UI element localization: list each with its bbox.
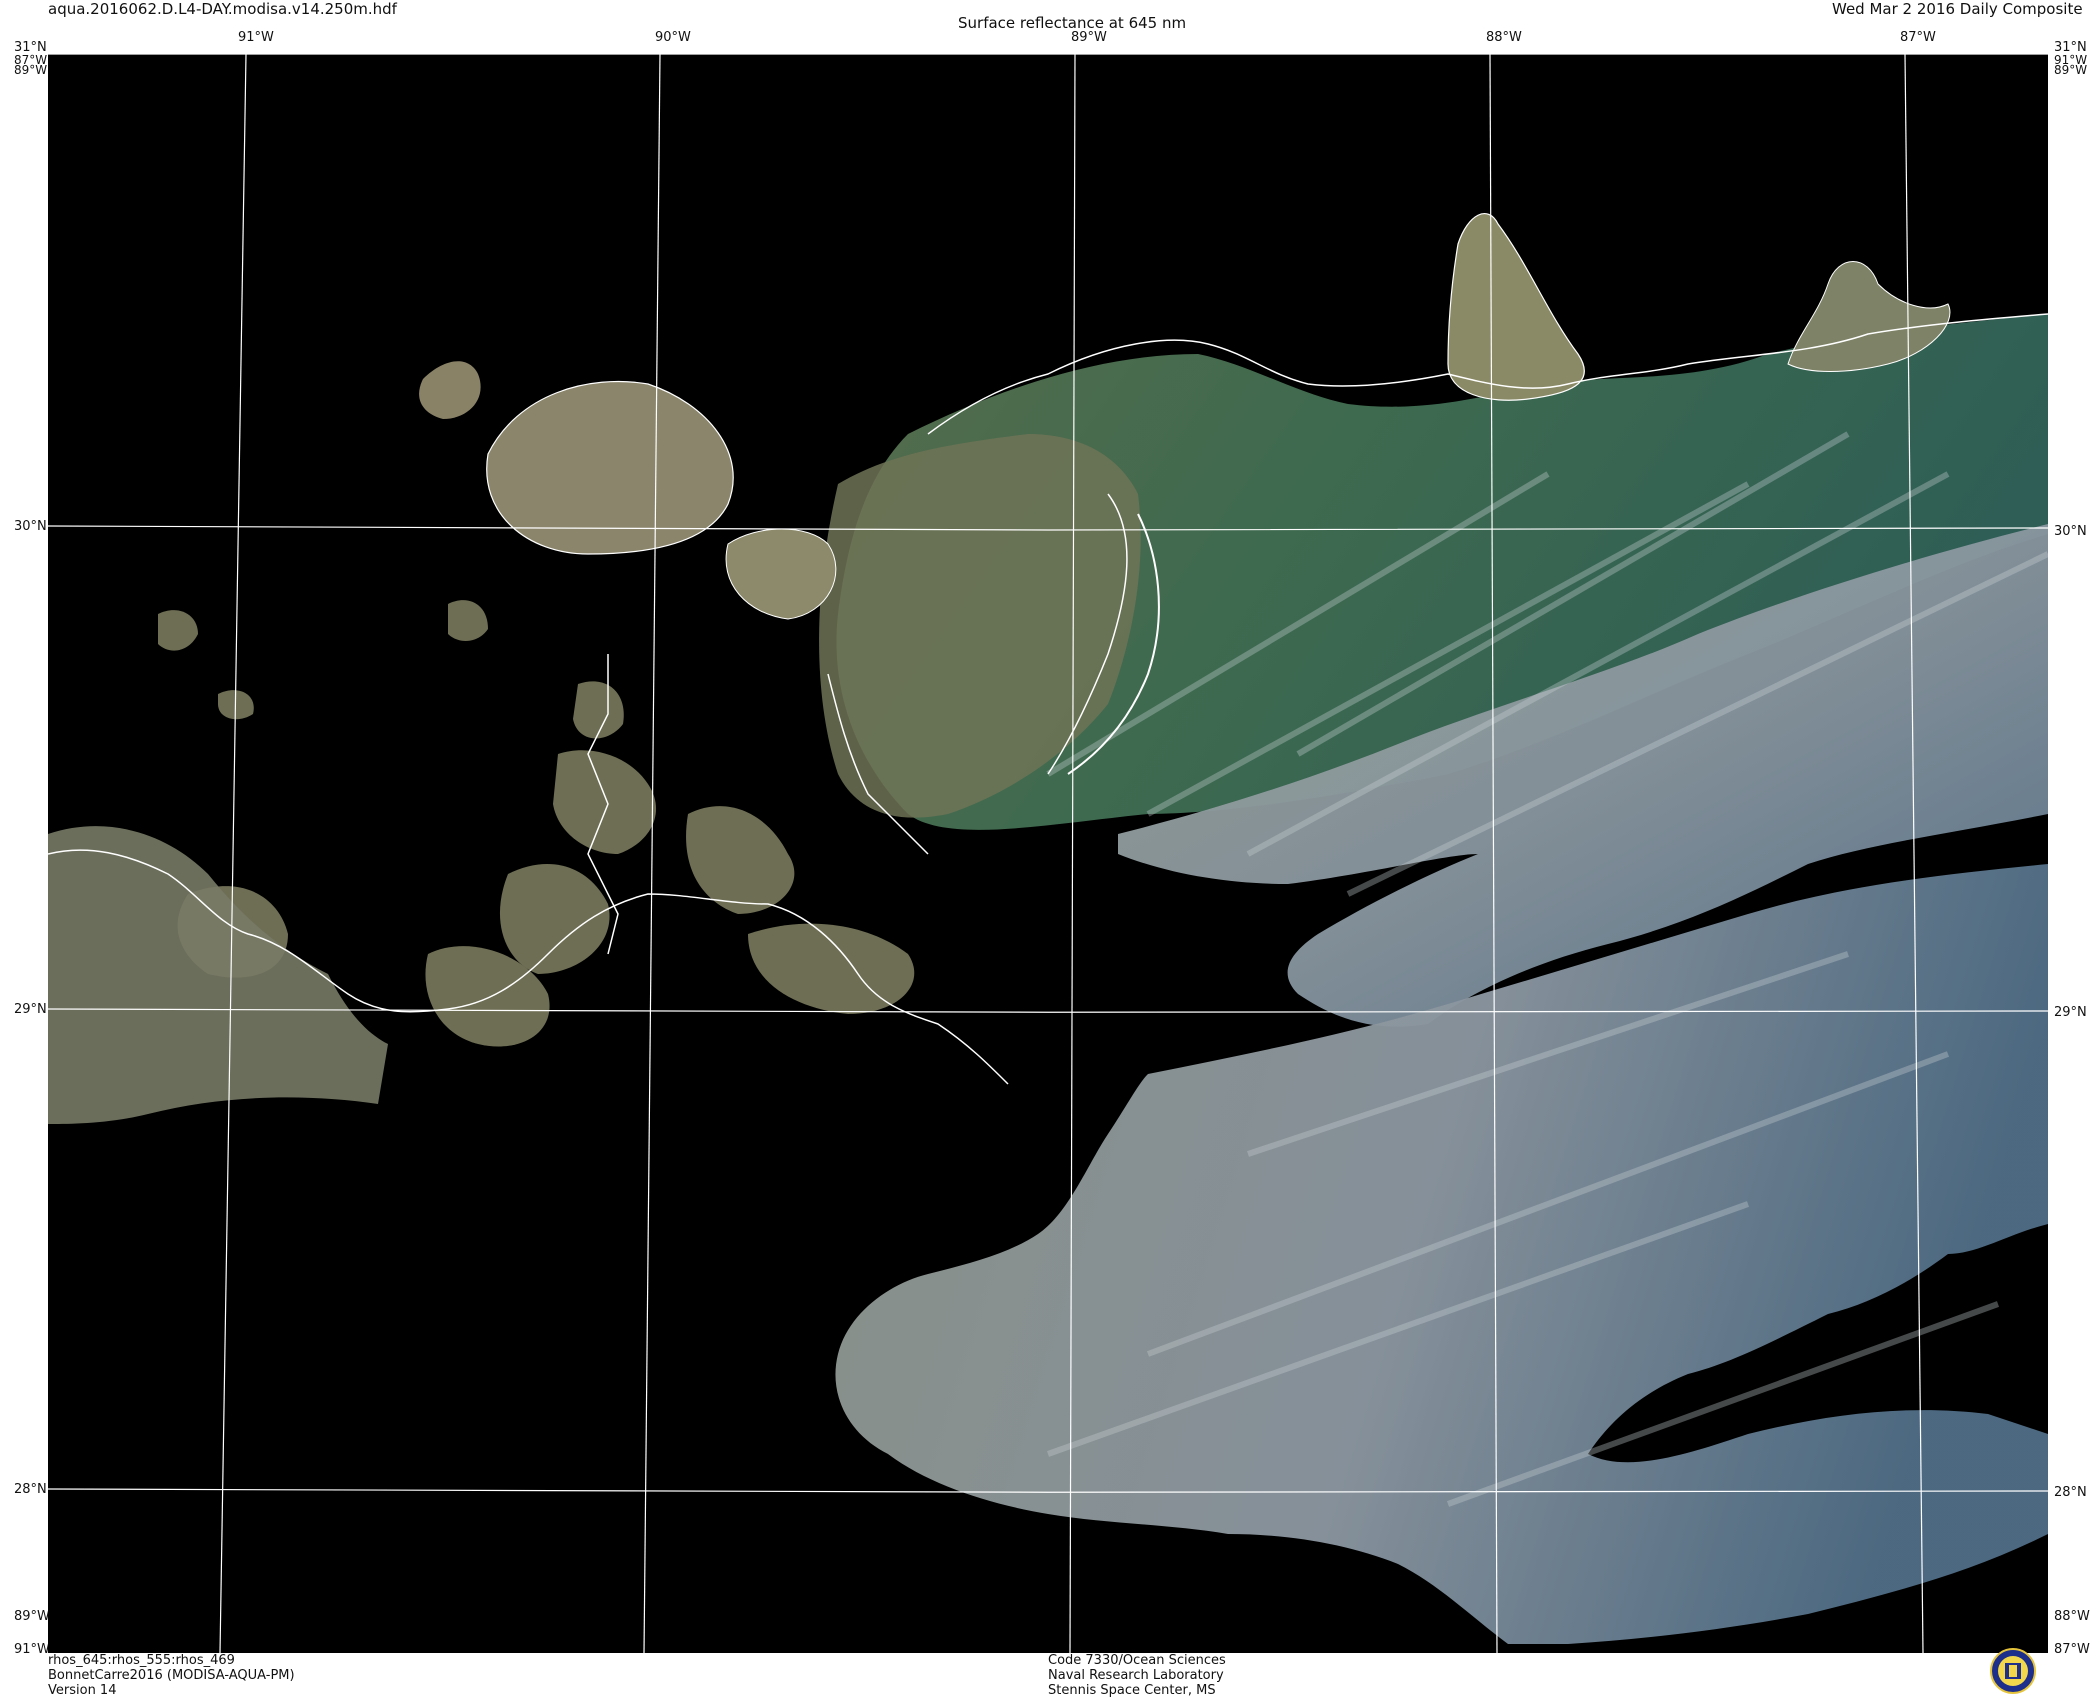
date-label: Wed Mar 2 2016 Daily Composite xyxy=(1832,0,2083,18)
corner-bottom-left-lon1: 89°W xyxy=(14,1609,50,1624)
corner-bottom-right-lon2: 87°W xyxy=(2054,1642,2090,1657)
corner-bottom-right-lon1: 88°W xyxy=(2054,1609,2090,1624)
meridian-90w xyxy=(643,54,661,1653)
satellite-map[interactable] xyxy=(48,54,2048,1653)
corner-bottom-left-lon2: 91°W xyxy=(14,1642,50,1657)
lat-right-28n: 28°N xyxy=(2054,1485,2087,1500)
footer-version: Version 14 xyxy=(48,1683,117,1698)
lake-borgne xyxy=(725,528,837,620)
corner-top-right-lon2: 89°W xyxy=(2054,63,2088,77)
map-canvas xyxy=(48,54,2048,1653)
lat-left-29n: 29°N xyxy=(14,1002,47,1017)
footer-org-name: Naval Research Laboratory xyxy=(1048,1668,1224,1683)
filename-label: aqua.2016062.D.L4-DAY.modisa.v14.250m.hd… xyxy=(48,0,397,18)
footer-dataset: BonnetCarre2016 (MODISA-AQUA-PM) xyxy=(48,1668,295,1683)
lat-right-29n: 29°N xyxy=(2054,1005,2087,1020)
west-coastal-water xyxy=(48,826,388,1124)
lat-left-28n: 28°N xyxy=(14,1482,47,1497)
lon-label-89w: 89°W xyxy=(1071,30,1107,45)
corner-top-left-lon2: 89°W xyxy=(14,63,48,77)
lat-left-30n: 30°N xyxy=(14,519,47,534)
footer-product: rhos_645:rhos_555:rhos_469 xyxy=(48,1653,235,1668)
lake-maurepas xyxy=(419,361,481,419)
mobile-bay xyxy=(1447,213,1585,401)
meridian-91w xyxy=(219,54,247,1653)
lat-right-30n: 30°N xyxy=(2054,524,2087,539)
lon-label-90w: 90°W xyxy=(655,30,691,45)
footer-org-code: Code 7330/Ocean Sciences xyxy=(1048,1653,1226,1668)
map-title: Surface reflectance at 645 nm xyxy=(958,14,1187,32)
lon-label-91w: 91°W xyxy=(238,30,274,45)
lon-label-88w: 88°W xyxy=(1486,30,1522,45)
navy-seal-icon xyxy=(1990,1648,2036,1694)
lon-label-87w: 87°W xyxy=(1900,30,1936,45)
footer-org-location: Stennis Space Center, MS xyxy=(1048,1683,1216,1698)
